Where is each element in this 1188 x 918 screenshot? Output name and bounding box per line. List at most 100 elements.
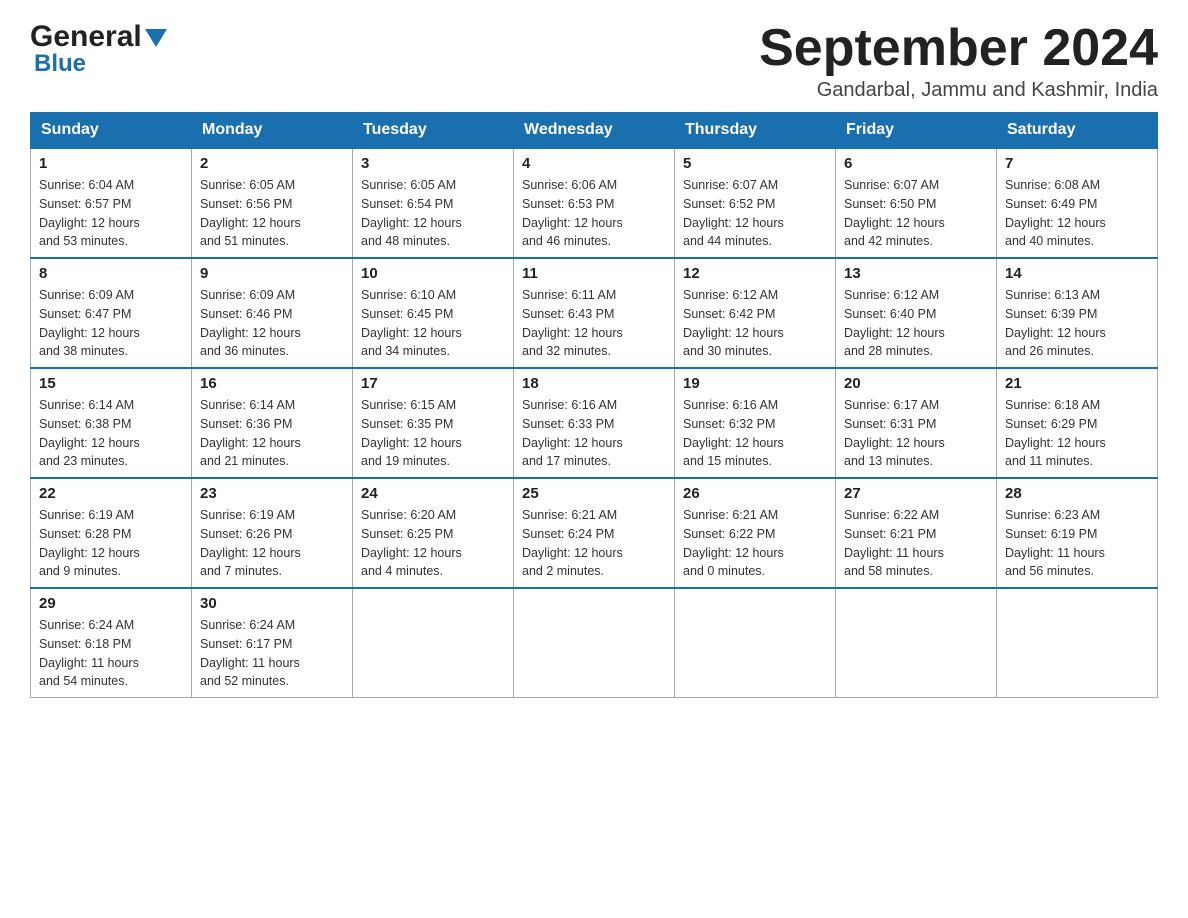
calendar-day-cell: 24Sunrise: 6:20 AMSunset: 6:25 PMDayligh… bbox=[353, 478, 514, 588]
day-number: 7 bbox=[1005, 155, 1149, 172]
day-number: 11 bbox=[522, 265, 666, 282]
calendar-day-cell: 28Sunrise: 6:23 AMSunset: 6:19 PMDayligh… bbox=[997, 478, 1158, 588]
calendar-day-cell: 10Sunrise: 6:10 AMSunset: 6:45 PMDayligh… bbox=[353, 258, 514, 368]
calendar-day-cell: 14Sunrise: 6:13 AMSunset: 6:39 PMDayligh… bbox=[997, 258, 1158, 368]
calendar-day-cell: 11Sunrise: 6:11 AMSunset: 6:43 PMDayligh… bbox=[514, 258, 675, 368]
day-number: 30 bbox=[200, 595, 344, 612]
day-info: Sunrise: 6:21 AMSunset: 6:22 PMDaylight:… bbox=[683, 506, 827, 581]
day-number: 13 bbox=[844, 265, 988, 282]
calendar-day-cell: 30Sunrise: 6:24 AMSunset: 6:17 PMDayligh… bbox=[192, 588, 353, 698]
day-number: 29 bbox=[39, 595, 183, 612]
logo-blue-text: Blue bbox=[30, 50, 86, 78]
day-number: 22 bbox=[39, 485, 183, 502]
calendar-day-cell: 13 Sunrise: 6:12 AMSunset: 6:40 PMDayligh… bbox=[836, 258, 997, 368]
day-info: Sunrise: 6:16 AMSunset: 6:32 PMDaylight:… bbox=[683, 396, 827, 471]
calendar-day-cell: 23 Sunrise: 6:19 AMSunset: 6:26 PMDayligh… bbox=[192, 478, 353, 588]
calendar-day-cell: 8 Sunrise: 6:09 AMSunset: 6:47 PMDaylight… bbox=[31, 258, 192, 368]
day-info: Sunrise: 6:17 AMSunset: 6:31 PMDaylight:… bbox=[844, 396, 988, 471]
calendar-day-cell: 2 Sunrise: 6:05 AMSunset: 6:56 PMDaylight… bbox=[192, 148, 353, 258]
weekday-header-thursday: Thursday bbox=[675, 113, 836, 149]
day-number: 28 bbox=[1005, 485, 1149, 502]
day-info: Sunrise: 6:10 AMSunset: 6:45 PMDaylight:… bbox=[361, 286, 505, 361]
day-info: Sunrise: 6:15 AMSunset: 6:35 PMDaylight:… bbox=[361, 396, 505, 471]
calendar-day-cell: 5Sunrise: 6:07 AMSunset: 6:52 PMDaylight… bbox=[675, 148, 836, 258]
calendar-day-cell: 18 Sunrise: 6:16 AMSunset: 6:33 PMDayligh… bbox=[514, 368, 675, 478]
calendar-day-cell: 21 Sunrise: 6:18 AMSunset: 6:29 PMDayligh… bbox=[997, 368, 1158, 478]
month-title: September 2024 bbox=[759, 20, 1158, 77]
day-info: Sunrise: 6:14 AMSunset: 6:36 PMDaylight:… bbox=[200, 396, 344, 471]
day-number: 9 bbox=[200, 265, 344, 282]
calendar-day-cell: 6 Sunrise: 6:07 AMSunset: 6:50 PMDaylight… bbox=[836, 148, 997, 258]
weekday-header-tuesday: Tuesday bbox=[353, 113, 514, 149]
day-number: 12 bbox=[683, 265, 827, 282]
day-number: 19 bbox=[683, 375, 827, 392]
calendar-day-cell: 1Sunrise: 6:04 AMSunset: 6:57 PMDaylight… bbox=[31, 148, 192, 258]
calendar-day-cell: 20 Sunrise: 6:17 AMSunset: 6:31 PMDayligh… bbox=[836, 368, 997, 478]
calendar-day-cell: 16Sunrise: 6:14 AMSunset: 6:36 PMDayligh… bbox=[192, 368, 353, 478]
calendar-day-cell: 17 Sunrise: 6:15 AMSunset: 6:35 PMDayligh… bbox=[353, 368, 514, 478]
calendar-day-cell bbox=[514, 588, 675, 698]
logo: General Blue bbox=[30, 20, 167, 78]
day-info: Sunrise: 6:16 AMSunset: 6:33 PMDaylight:… bbox=[522, 396, 666, 471]
day-info: Sunrise: 6:06 AMSunset: 6:53 PMDaylight:… bbox=[522, 176, 666, 251]
day-number: 4 bbox=[522, 155, 666, 172]
calendar-day-cell: 26 Sunrise: 6:21 AMSunset: 6:22 PMDayligh… bbox=[675, 478, 836, 588]
day-number: 15 bbox=[39, 375, 183, 392]
calendar-week-1: 1Sunrise: 6:04 AMSunset: 6:57 PMDaylight… bbox=[31, 148, 1158, 258]
day-info: Sunrise: 6:05 AMSunset: 6:54 PMDaylight:… bbox=[361, 176, 505, 251]
calendar-day-cell: 15Sunrise: 6:14 AMSunset: 6:38 PMDayligh… bbox=[31, 368, 192, 478]
day-number: 27 bbox=[844, 485, 988, 502]
day-info: Sunrise: 6:22 AMSunset: 6:21 PMDaylight:… bbox=[844, 506, 988, 581]
day-info: Sunrise: 6:09 AMSunset: 6:46 PMDaylight:… bbox=[200, 286, 344, 361]
day-info: Sunrise: 6:12 AMSunset: 6:42 PMDaylight:… bbox=[683, 286, 827, 361]
calendar-week-4: 22 Sunrise: 6:19 AMSunset: 6:28 PMDayligh… bbox=[31, 478, 1158, 588]
day-info: Sunrise: 6:12 AMSunset: 6:40 PMDaylight:… bbox=[844, 286, 988, 361]
day-info: Sunrise: 6:05 AMSunset: 6:56 PMDaylight:… bbox=[200, 176, 344, 251]
day-info: Sunrise: 6:08 AMSunset: 6:49 PMDaylight:… bbox=[1005, 176, 1149, 251]
day-number: 26 bbox=[683, 485, 827, 502]
weekday-header-row: SundayMondayTuesdayWednesdayThursdayFrid… bbox=[31, 113, 1158, 149]
day-number: 23 bbox=[200, 485, 344, 502]
weekday-header-saturday: Saturday bbox=[997, 113, 1158, 149]
calendar-day-cell bbox=[997, 588, 1158, 698]
day-number: 18 bbox=[522, 375, 666, 392]
calendar-day-cell: 4 Sunrise: 6:06 AMSunset: 6:53 PMDaylight… bbox=[514, 148, 675, 258]
day-info: Sunrise: 6:24 AMSunset: 6:18 PMDaylight:… bbox=[39, 616, 183, 691]
logo-arrow-icon bbox=[145, 29, 167, 49]
day-number: 2 bbox=[200, 155, 344, 172]
weekday-header-friday: Friday bbox=[836, 113, 997, 149]
calendar-day-cell: 7 Sunrise: 6:08 AMSunset: 6:49 PMDaylight… bbox=[997, 148, 1158, 258]
day-number: 3 bbox=[361, 155, 505, 172]
calendar-day-cell: 22 Sunrise: 6:19 AMSunset: 6:28 PMDayligh… bbox=[31, 478, 192, 588]
calendar-day-cell: 12 Sunrise: 6:12 AMSunset: 6:42 PMDayligh… bbox=[675, 258, 836, 368]
day-number: 20 bbox=[844, 375, 988, 392]
day-number: 25 bbox=[522, 485, 666, 502]
logo-general-text: General bbox=[30, 20, 142, 54]
weekday-header-wednesday: Wednesday bbox=[514, 113, 675, 149]
location-subtitle: Gandarbal, Jammu and Kashmir, India bbox=[759, 79, 1158, 102]
day-number: 17 bbox=[361, 375, 505, 392]
day-info: Sunrise: 6:09 AMSunset: 6:47 PMDaylight:… bbox=[39, 286, 183, 361]
calendar-week-3: 15Sunrise: 6:14 AMSunset: 6:38 PMDayligh… bbox=[31, 368, 1158, 478]
day-info: Sunrise: 6:19 AMSunset: 6:26 PMDaylight:… bbox=[200, 506, 344, 581]
day-info: Sunrise: 6:18 AMSunset: 6:29 PMDaylight:… bbox=[1005, 396, 1149, 471]
calendar-day-cell: 27 Sunrise: 6:22 AMSunset: 6:21 PMDayligh… bbox=[836, 478, 997, 588]
day-info: Sunrise: 6:13 AMSunset: 6:39 PMDaylight:… bbox=[1005, 286, 1149, 361]
weekday-header-sunday: Sunday bbox=[31, 113, 192, 149]
day-number: 6 bbox=[844, 155, 988, 172]
day-info: Sunrise: 6:19 AMSunset: 6:28 PMDaylight:… bbox=[39, 506, 183, 581]
day-info: Sunrise: 6:21 AMSunset: 6:24 PMDaylight:… bbox=[522, 506, 666, 581]
weekday-header-monday: Monday bbox=[192, 113, 353, 149]
calendar-week-5: 29 Sunrise: 6:24 AMSunset: 6:18 PMDayligh… bbox=[31, 588, 1158, 698]
day-number: 8 bbox=[39, 265, 183, 282]
day-number: 5 bbox=[683, 155, 827, 172]
page-header: General Blue September 2024 Gandarbal, J… bbox=[30, 20, 1158, 102]
day-number: 21 bbox=[1005, 375, 1149, 392]
day-info: Sunrise: 6:04 AMSunset: 6:57 PMDaylight:… bbox=[39, 176, 183, 251]
calendar-day-cell bbox=[353, 588, 514, 698]
calendar-day-cell bbox=[836, 588, 997, 698]
title-section: September 2024 Gandarbal, Jammu and Kash… bbox=[759, 20, 1158, 102]
calendar-day-cell: 3 Sunrise: 6:05 AMSunset: 6:54 PMDaylight… bbox=[353, 148, 514, 258]
day-info: Sunrise: 6:07 AMSunset: 6:50 PMDaylight:… bbox=[844, 176, 988, 251]
calendar-day-cell: 19 Sunrise: 6:16 AMSunset: 6:32 PMDayligh… bbox=[675, 368, 836, 478]
